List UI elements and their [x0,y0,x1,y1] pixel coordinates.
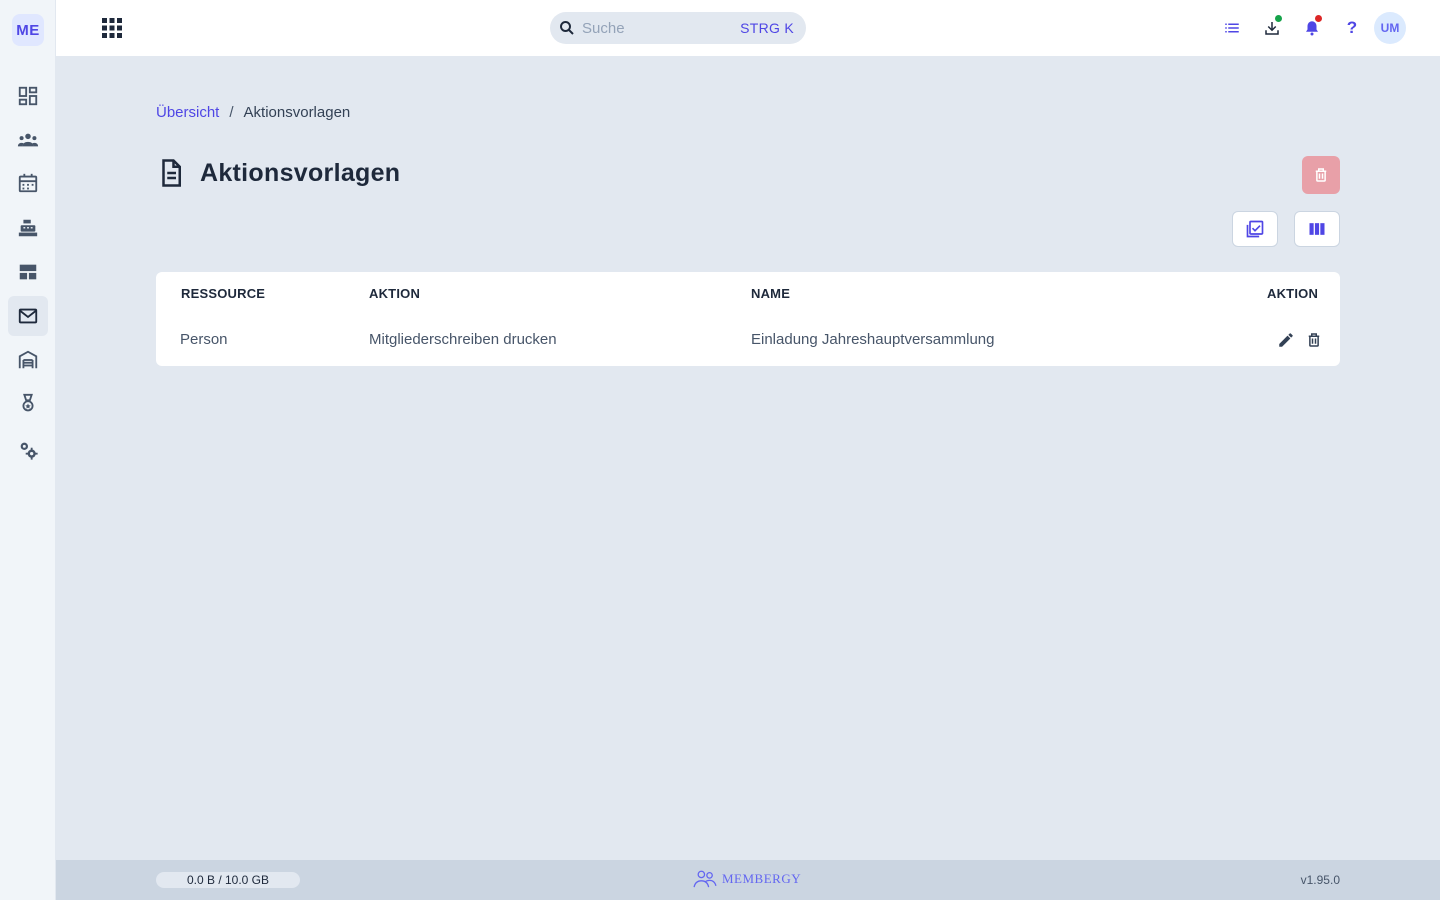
page-header: Aktionsvorlagen [156,158,400,188]
app-logo[interactable]: ME [12,14,44,46]
app-version: v1.95.0 [1300,873,1340,887]
search-icon [560,21,574,35]
columns-button[interactable] [1294,211,1340,247]
breadcrumb: Übersicht / Aktionsvorlagen [156,104,350,121]
help-button[interactable]: ? [1340,16,1364,40]
grid-icon [102,18,122,38]
breadcrumb-separator: / [229,104,234,121]
templates-table: RESSOURCE AKTION NAME AKTION Person Mitg… [156,272,1340,366]
sidebar-item-warehouse[interactable] [8,340,48,380]
column-header-ressource[interactable]: RESSOURCE [181,286,265,301]
notification-dot [1315,15,1322,22]
award-icon [22,393,34,412]
page-title: Aktionsvorlagen [200,158,401,187]
column-header-actions: AKTION [1267,286,1319,301]
checklist-icon [1246,220,1264,238]
download-status-dot [1275,15,1282,22]
table-layout-icon [19,264,37,280]
search-bar[interactable]: STRG K [550,12,806,44]
help-icon: ? [1346,18,1358,37]
user-avatar[interactable]: UM [1374,12,1406,44]
breadcrumb-overview-link[interactable]: Übersicht [156,104,219,121]
columns-icon [1309,223,1325,235]
task-list-button[interactable] [1220,16,1244,40]
storage-usage: 0.0 B / 10.0 GB [156,872,300,888]
warehouse-icon [18,350,38,369]
task-list-icon [1225,23,1239,33]
delete-selected-button[interactable] [1302,156,1340,194]
sidebar-item-tables[interactable] [8,252,48,292]
sidebar-item-members[interactable] [8,120,48,160]
cell-name: Einladung Jahreshauptversammlung [751,331,995,348]
cash-register-icon [18,219,38,237]
trash-icon [1315,168,1327,182]
document-icon [162,159,181,187]
search-shortcut-hint: STRG K [740,20,794,36]
column-header-aktion[interactable]: AKTION [369,286,420,301]
cell-aktion: Mitgliederschreiben drucken [369,331,557,348]
apps-menu-button[interactable] [100,16,124,40]
notifications-button[interactable] [1300,15,1324,40]
sidebar-item-dashboard[interactable] [8,76,48,116]
edit-row-button[interactable] [1276,330,1296,350]
dashboard-icon [18,86,38,106]
delete-row-button[interactable] [1304,330,1324,350]
sidebar-item-calendar[interactable] [8,163,48,203]
people-icon [17,133,39,147]
mail-icon [18,308,38,324]
sidebar-item-awards[interactable] [8,384,48,424]
brand-name: MEMBERGY [722,871,802,886]
search-input[interactable] [582,19,741,37]
trash-icon [1308,333,1320,347]
downloads-button[interactable] [1260,15,1284,40]
sidebar-item-cash[interactable] [8,208,48,248]
footer-brand: MEMBERGY [692,869,801,889]
calendar-icon [18,173,38,193]
sidebar-item-mail[interactable] [8,296,48,336]
membergy-logo-icon [693,870,717,888]
topbar: STRG K ? UM [56,0,1440,56]
sidebar-item-settings[interactable] [8,430,48,470]
breadcrumb-current: Aktionsvorlagen [243,104,351,121]
select-mode-button[interactable] [1232,211,1278,247]
cell-ressource: Person [180,331,228,348]
column-header-name[interactable]: NAME [751,286,790,301]
settings-icon [20,442,38,460]
footer: 0.0 B / 10.0 GB MEMBERGY v1.95.0 [56,860,1440,900]
pencil-icon [1279,333,1293,347]
sidebar: ME [0,0,56,900]
